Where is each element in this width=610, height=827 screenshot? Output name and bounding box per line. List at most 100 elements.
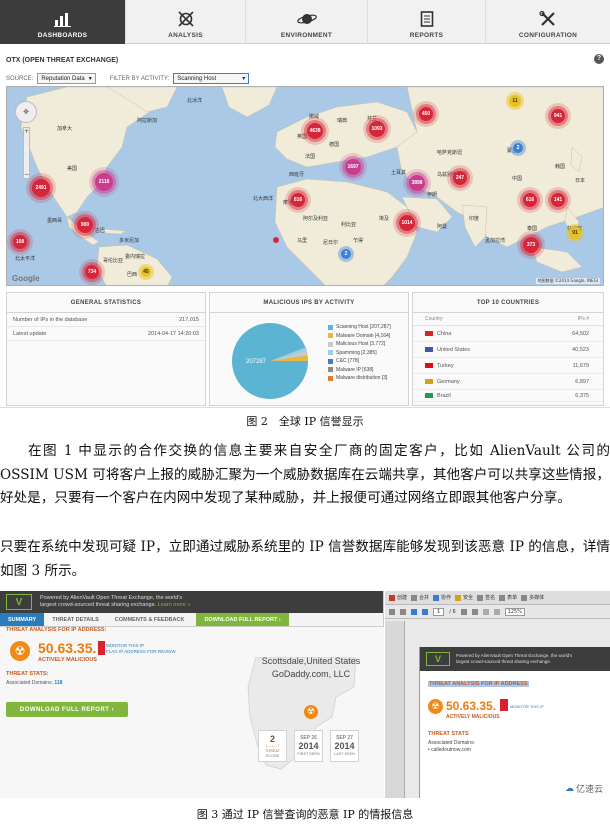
legend-item[interactable]: Malware IP [638] (328, 366, 391, 375)
pdf-domain-item: • calledoutnow.com (428, 747, 471, 753)
toolbar-button[interactable]: 表单 (499, 594, 517, 601)
otx-title: OTX (OPEN THREAT EXCHANGE) (6, 57, 119, 64)
legend-item[interactable]: C&C [778] (328, 357, 391, 366)
flag-ip-link[interactable]: FLAG IP ADDRESS FOR REVIEW (106, 649, 176, 655)
pdf-monitor-link[interactable]: MONITOR THIS IP (510, 704, 544, 709)
next-page-icon[interactable] (422, 608, 428, 615)
map-cluster-marker[interactable]: 941 (551, 109, 565, 123)
legend-item[interactable]: Spamming [2,385] (328, 349, 391, 358)
watermark-text: 亿速云 (575, 785, 603, 795)
download-full-report-button[interactable]: DOWNLOAD FULL REPORT › (6, 702, 128, 717)
sign-icon (477, 594, 484, 601)
map-cluster-marker[interactable]: 900 (77, 217, 93, 233)
country-name: Turkey (437, 362, 454, 369)
country-name: Germany (437, 378, 460, 385)
zoom-out-icon[interactable] (482, 608, 489, 615)
toolbar-button[interactable]: 创建 (389, 594, 407, 601)
zoom-in-icon[interactable]: + (24, 128, 29, 135)
table-row[interactable]: Turkey 11,679 (413, 358, 603, 374)
map-cluster-marker[interactable]: 91 (569, 227, 581, 239)
print-icon[interactable] (389, 608, 395, 615)
legend-item[interactable]: Malware distribution [3] (328, 374, 391, 383)
table-row[interactable]: Germany 6,897 (413, 374, 603, 390)
source-select[interactable]: Reputation Data ▾ (37, 73, 96, 84)
zoom-in-icon[interactable] (493, 608, 500, 615)
figure-2-caption: 图 2 全球 IP 信誉显示 (246, 415, 364, 428)
map-cluster-marker[interactable]: 11 (509, 95, 521, 107)
tab-download-full-report[interactable]: DOWNLOAD FULL REPORT › (196, 613, 289, 626)
activity-pie-chart: 207287 (232, 323, 308, 399)
report-tabs: SUMMARY THREAT DETAILS COMMENTS & FEEDBA… (0, 613, 383, 627)
toolbar-button[interactable]: 安全 (455, 594, 473, 601)
legend-swatch (328, 375, 333, 381)
pdf-tagline: Powered by AlienVault Open Threat Exchan… (456, 653, 572, 665)
map-cluster-marker[interactable]: 2 (513, 143, 523, 153)
zoom-level[interactable]: 125% (504, 607, 525, 616)
map-cluster-marker[interactable]: 1093 (369, 121, 385, 137)
learn-more-link[interactable]: Learn more » (158, 602, 191, 608)
table-row[interactable]: Brazil 6,375 (413, 390, 603, 402)
map-cluster-marker[interactable]: 1014 (399, 215, 415, 231)
hand-tool-icon[interactable] (471, 608, 478, 615)
tab-summary[interactable]: SUMMARY (0, 613, 45, 626)
tab-comments-feedback[interactable]: COMMENTS & FEEDBACK (107, 613, 193, 626)
map-label: 北大西洋 (253, 196, 274, 202)
map-cluster-marker[interactable]: 734 (85, 265, 99, 279)
map-cluster-marker[interactable]: 1697 (345, 159, 361, 175)
collaborate-icon (433, 594, 440, 601)
map-cluster-marker[interactable]: 2 (341, 249, 351, 259)
tab-analysis[interactable]: ANALYSIS (126, 0, 246, 44)
toolbar-button[interactable]: 协作 (433, 594, 451, 601)
activity-filter-select[interactable]: Scanning Host ▾ (173, 73, 250, 84)
map-cluster-marker[interactable]: 108 (13, 235, 27, 249)
pdf-tagline-line-2: largest crowd-sourced threat sharing exc… (456, 659, 552, 664)
pdf-associated-domains: Associated Domains: • calledoutnow.com (428, 740, 475, 754)
map-cluster-marker[interactable]: 816 (291, 193, 305, 207)
help-icon[interactable]: ? (594, 54, 604, 64)
map-cluster-marker[interactable]: 247 (453, 171, 467, 185)
country-ips: 40,523 (572, 346, 589, 353)
tab-environment[interactable]: ENVIRONMENT (246, 0, 368, 44)
map-cluster-marker[interactable]: 3898 (409, 175, 425, 191)
toolbar-label: 安全 (463, 595, 474, 601)
toolbar-button[interactable]: 合并 (411, 594, 429, 601)
map-cluster-marker[interactable]: 45 (141, 267, 151, 277)
map-cluster-marker[interactable]: 4638 (307, 123, 323, 139)
map-pin[interactable] (273, 237, 279, 243)
country-name: China (437, 330, 452, 337)
tab-reports[interactable]: REPORTS (368, 0, 486, 44)
legend-item[interactable]: Malicious Host [3,772] (328, 340, 391, 349)
select-tool-icon[interactable] (460, 608, 467, 615)
legend-swatch (328, 333, 333, 339)
associated-domains-count[interactable]: 118 (54, 680, 62, 686)
tab-threat-details[interactable]: THREAT DETAILS (44, 613, 107, 626)
toolbar-button[interactable]: 多媒体 (521, 594, 544, 601)
pan-control[interactable]: ✥ (15, 101, 37, 123)
email-icon[interactable] (400, 608, 406, 615)
page-number-input[interactable]: 1 (433, 607, 445, 616)
map-cluster-marker[interactable]: 450 (419, 107, 433, 121)
threat-world-map[interactable]: ✥ + − 北大西洋 美国 加拿大 北冰洋 巴西 中国 阿尔及利亚 利比亚 埃及… (6, 86, 604, 286)
map-cluster-marker[interactable]: 141 (551, 193, 565, 207)
map-cluster-marker[interactable]: 616 (523, 193, 537, 207)
tab-configuration[interactable]: CONFIGURATION (486, 0, 610, 44)
map-cluster-marker[interactable]: 2491 (32, 179, 50, 197)
table-row[interactable]: China 64,502 (413, 326, 603, 342)
scale-max: 7 (277, 744, 280, 748)
map-cluster-marker[interactable]: 2116 (95, 173, 113, 191)
threat-score-label: THREAT SCORE (265, 749, 280, 758)
legend-label: C&C [778] (336, 358, 360, 365)
legend-label: Malicious Host [3,772] (336, 341, 386, 348)
legend-item[interactable]: Malware Domain [4,164] (328, 332, 391, 341)
panel-title: GENERAL STATISTICS (7, 293, 205, 313)
prev-page-icon[interactable] (411, 608, 417, 615)
table-row[interactable]: United States 40,523 (413, 342, 603, 358)
legend-item[interactable]: Scanning Host [207,287] (328, 323, 391, 332)
tab-label: REPORTS (409, 32, 444, 39)
zoom-out-icon[interactable]: − (24, 171, 29, 178)
pdf-toolbar-nav: 1 / 6 125% (385, 605, 610, 619)
zoom-control[interactable]: + − (23, 127, 30, 179)
map-cluster-marker[interactable]: 373 (523, 237, 539, 253)
tab-dashboards[interactable]: DASHBOARDS (0, 0, 126, 44)
toolbar-button[interactable]: 签名 (477, 594, 495, 601)
